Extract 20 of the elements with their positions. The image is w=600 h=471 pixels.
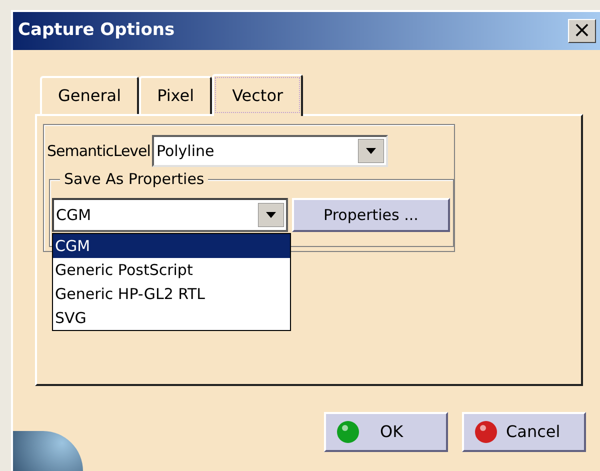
dropdown-arrow-icon bbox=[258, 203, 284, 227]
tab[interactable]: Pixel bbox=[139, 76, 212, 114]
dropdown-option[interactable]: CGM bbox=[53, 234, 290, 258]
format-dropdown[interactable]: CGM bbox=[52, 198, 288, 232]
globe-drawing bbox=[13, 431, 83, 471]
dropdown-arrow-icon bbox=[358, 139, 384, 163]
dropdown-option[interactable]: SVG bbox=[53, 306, 290, 330]
properties-button[interactable]: Properties ... bbox=[292, 198, 450, 232]
ball-icon bbox=[474, 420, 498, 444]
close-button[interactable]: × bbox=[568, 19, 596, 43]
semantic-level-dropdown[interactable]: Polyline bbox=[152, 135, 388, 167]
ok-button[interactable]: OK bbox=[324, 412, 448, 452]
ball-icon bbox=[336, 420, 360, 444]
dropdown-option[interactable]: Generic PostScript bbox=[53, 258, 290, 282]
tab[interactable]: Vector bbox=[212, 74, 304, 116]
dropdown-option[interactable]: Generic HP-GL2 RTL bbox=[53, 282, 290, 306]
window-title: Capture Options bbox=[18, 19, 175, 42]
cancel-button[interactable]: Cancel bbox=[462, 412, 586, 452]
tab[interactable]: General bbox=[40, 76, 140, 114]
field-label: SemanticLevel bbox=[47, 140, 150, 162]
